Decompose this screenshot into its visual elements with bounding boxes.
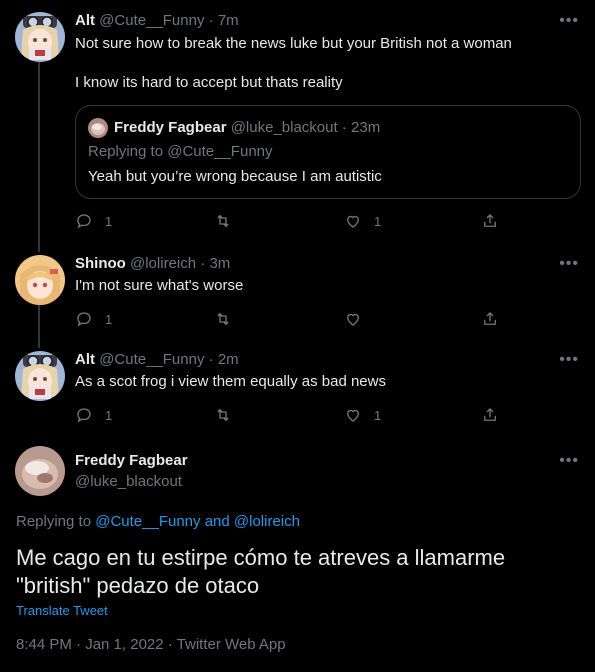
replying-to: Replying to @Cute__Funny and @lolireich <box>16 513 300 530</box>
quoted-author-handle: @luke_blackout <box>230 119 338 136</box>
avatar[interactable] <box>15 351 65 401</box>
main-text-line1: Me cago en tu estirpe cómo te atreves a … <box>16 545 506 570</box>
quoted-timestamp: 23m <box>351 119 381 136</box>
tweet-header: Alt @Cute__Funny · 7m <box>75 12 239 29</box>
action-bar: 1 <box>75 309 505 329</box>
quoted-avatar <box>88 118 108 138</box>
tweet-text-line1: Not sure how to break the news luke but … <box>75 35 512 52</box>
more-icon[interactable]: ••• <box>559 255 579 273</box>
share-button[interactable] <box>481 405 499 425</box>
like-count: 1 <box>374 213 382 229</box>
separator-dot: · <box>341 119 347 136</box>
quoted-header: Freddy Fagbear @luke_blackout · 23m <box>114 119 380 136</box>
main-tweet-text: Me cago en tu estirpe cómo te atreves a … <box>16 544 576 600</box>
tweet-alt-2[interactable]: Alt @Cute__Funny · 2m ••• As a scot frog… <box>0 341 595 437</box>
author-name[interactable]: Alt <box>75 351 95 368</box>
like-button[interactable] <box>344 309 362 329</box>
retweet-icon <box>217 312 229 326</box>
author-name[interactable]: Alt <box>75 12 95 29</box>
author-handle[interactable]: @Cute__Funny <box>99 351 204 368</box>
reply-count: 1 <box>105 407 113 423</box>
tweet-text: As a scot frog i view them equally as ba… <box>75 373 386 390</box>
avatar[interactable] <box>15 255 65 305</box>
like-button[interactable]: 1 <box>344 405 381 425</box>
like-icon <box>347 215 359 228</box>
main-text-line2: "british" pedazo de otaco <box>16 573 260 598</box>
author-handle[interactable]: @Cute__Funny <box>99 12 204 29</box>
share-icon <box>484 214 496 227</box>
tweet-shinoo[interactable]: Shinoo @lolireich · 3m ••• I'm not sure … <box>0 245 595 341</box>
separator-dot: · <box>208 12 214 29</box>
retweet-button[interactable] <box>214 211 232 231</box>
replying-user-link[interactable]: @Cute__Funny <box>95 513 200 530</box>
retweet-button[interactable] <box>214 405 232 425</box>
more-icon[interactable]: ••• <box>559 351 579 369</box>
timestamp[interactable]: 3m <box>209 255 230 272</box>
separator-dot: · <box>208 351 214 368</box>
like-icon <box>347 409 359 422</box>
replying-prefix: Replying to <box>16 513 92 530</box>
tweet-text-line2: I know its hard to accept but thats real… <box>75 74 343 91</box>
like-button[interactable]: 1 <box>344 211 381 231</box>
tweet-text: I'm not sure what's worse <box>75 277 244 294</box>
main-author-handle[interactable]: @luke_blackout <box>75 473 182 490</box>
share-button[interactable] <box>481 211 499 231</box>
retweet-icon <box>217 408 229 422</box>
tweet-header: Alt @Cute__Funny · 2m <box>75 351 239 368</box>
quoted-text: Yeah but you’re wrong because I am autis… <box>88 168 382 185</box>
tweet-metadata[interactable]: 8:44 PM · Jan 1, 2022 · Twitter Web App <box>16 636 286 653</box>
quoted-replying-to: Replying to @Cute__Funny <box>88 143 273 160</box>
tweet-header: Shinoo @lolireich · 3m <box>75 255 230 272</box>
retweet-button[interactable] <box>214 309 232 329</box>
quoted-tweet[interactable]: Freddy Fagbear @luke_blackout · 23m Repl… <box>75 105 581 199</box>
reply-button[interactable]: 1 <box>75 405 112 425</box>
retweet-icon <box>217 214 229 228</box>
reply-icon <box>77 214 91 229</box>
author-name[interactable]: Shinoo <box>75 255 126 272</box>
author-handle[interactable]: @lolireich <box>130 255 196 272</box>
translate-tweet-link[interactable]: Translate Tweet <box>16 603 108 618</box>
timestamp[interactable]: 2m <box>218 351 239 368</box>
like-icon <box>347 313 359 326</box>
like-count: 1 <box>374 407 382 423</box>
reply-icon <box>77 408 91 423</box>
more-icon[interactable]: ••• <box>559 12 579 30</box>
main-author-name[interactable]: Freddy Fagbear <box>75 452 188 469</box>
tweet-alt-1[interactable]: Alt @Cute__Funny · 7m ••• Not sure how t… <box>0 0 595 245</box>
share-icon <box>484 408 496 421</box>
action-bar: 1 1 <box>75 405 505 425</box>
avatar[interactable] <box>15 12 65 62</box>
reply-icon <box>77 312 91 327</box>
reply-count: 1 <box>105 311 113 327</box>
reply-count: 1 <box>105 213 113 229</box>
replying-and: and <box>204 513 230 530</box>
reply-button[interactable]: 1 <box>75 211 112 231</box>
action-bar: 1 1 <box>75 211 505 231</box>
share-icon <box>484 312 496 325</box>
quoted-author-name: Freddy Fagbear <box>114 119 227 136</box>
more-icon[interactable]: ••• <box>559 452 579 470</box>
main-avatar[interactable] <box>15 446 65 496</box>
share-button[interactable] <box>481 309 499 329</box>
separator-dot: · <box>200 255 206 272</box>
replying-user-link[interactable]: @lolireich <box>234 513 300 530</box>
timestamp[interactable]: 7m <box>218 12 239 29</box>
reply-button[interactable]: 1 <box>75 309 112 329</box>
